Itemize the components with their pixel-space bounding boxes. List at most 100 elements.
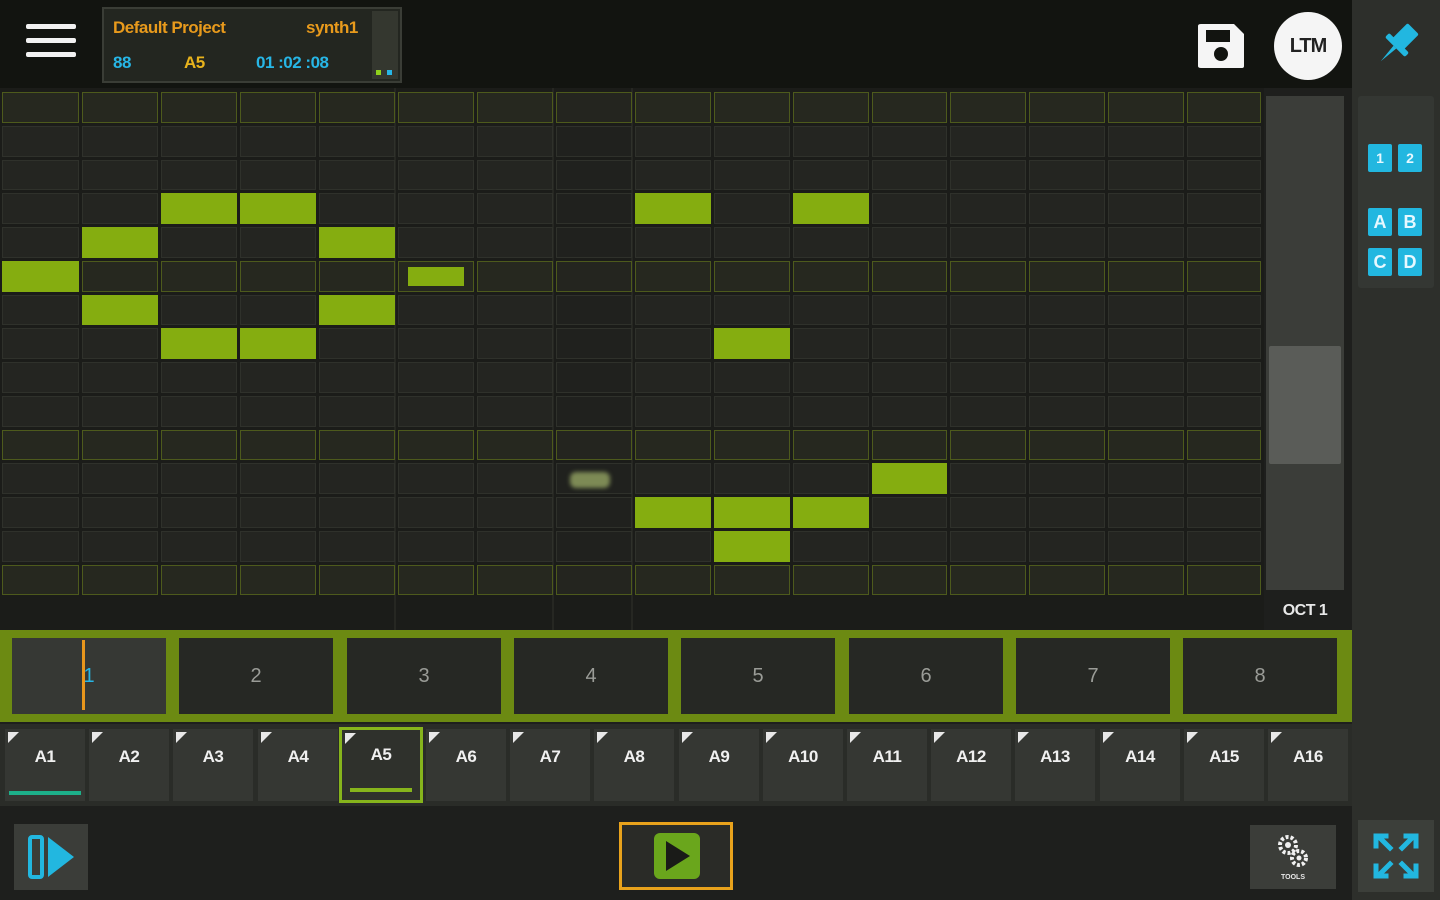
grid-cell[interactable] [950,429,1026,461]
grid-cell[interactable] [556,92,632,123]
grid-cell[interactable] [2,395,79,427]
pattern-button-a3[interactable]: A3 [173,729,253,801]
grid-cell[interactable] [82,362,158,393]
grid-cell[interactable] [319,497,395,528]
grid-cell[interactable] [635,260,711,292]
grid-cell[interactable] [319,362,395,393]
grid-cell[interactable] [556,125,632,157]
grid-cell[interactable] [477,260,553,292]
grid-cell[interactable] [477,530,553,562]
bar-button-8[interactable]: 8 [1183,638,1337,714]
grid-cell[interactable] [161,395,237,427]
note-block[interactable] [240,193,316,224]
tools-button[interactable]: TOOLS [1250,825,1336,889]
grid-cell[interactable] [1029,125,1105,157]
grid-cell[interactable] [1108,463,1184,494]
grid-cell[interactable] [1029,530,1105,562]
note-block[interactable] [793,497,869,528]
menu-icon[interactable] [26,24,76,68]
note-block[interactable] [82,227,158,258]
grid-cell[interactable] [2,328,79,359]
pattern-button-a1[interactable]: A1 [5,729,85,801]
grid-cell[interactable] [161,227,237,258]
grid-cell[interactable] [872,429,947,461]
grid-cell[interactable] [398,227,474,258]
grid-cell[interactable] [793,294,869,326]
grid-cell[interactable] [2,294,79,326]
note-block[interactable] [714,530,790,562]
step-record-icon[interactable] [14,824,88,890]
grid-cell[interactable] [477,463,553,494]
octave-scroll-thumb[interactable] [1269,346,1341,464]
grid-cell[interactable] [635,564,711,596]
bank-button-d[interactable]: D [1398,248,1422,276]
user-avatar[interactable]: LTM [1274,12,1342,80]
grid-cell[interactable] [161,92,237,123]
grid-cell[interactable] [240,429,316,461]
grid-cell[interactable] [82,125,158,157]
grid-cell[interactable] [1187,193,1261,224]
note-block[interactable] [635,497,711,528]
note-block[interactable] [793,193,869,224]
grid-cell[interactable] [398,92,474,123]
grid-cell[interactable] [319,193,395,224]
grid-cell[interactable] [635,395,711,427]
grid-cell[interactable] [477,227,553,258]
grid-cell[interactable] [793,362,869,393]
page-button-1[interactable]: 1 [1368,144,1392,172]
grid-cell[interactable] [82,328,158,359]
grid-cell[interactable] [1108,429,1184,461]
grid-cell[interactable] [635,362,711,393]
grid-cell[interactable] [2,463,79,494]
grid-cell[interactable] [398,497,474,528]
bar-button-5[interactable]: 5 [681,638,835,714]
grid-cell[interactable] [398,125,474,157]
grid-cell[interactable] [950,395,1026,427]
grid-cell[interactable] [1108,497,1184,528]
transport-status-panel[interactable]: Default Project synth1 88 A5 01 :02 :08 [102,7,402,83]
grid-cell[interactable] [161,463,237,494]
grid-cell[interactable] [477,362,553,393]
grid-cell[interactable] [398,159,474,191]
grid-cell[interactable] [1187,497,1261,528]
grid-cell[interactable] [161,159,237,191]
grid-cell[interactable] [398,530,474,562]
grid-cell[interactable] [714,362,790,393]
bar-button-4[interactable]: 4 [514,638,668,714]
grid-cell[interactable] [872,395,947,427]
pattern-button-a2[interactable]: A2 [89,729,169,801]
grid-cell[interactable] [240,564,316,596]
grid-cell[interactable] [161,362,237,393]
grid-cell[interactable] [950,159,1026,191]
grid-cell[interactable] [161,260,237,292]
grid-cell[interactable] [161,530,237,562]
grid-cell[interactable] [2,497,79,528]
grid-cell[interactable] [82,260,158,292]
page-button-2[interactable]: 2 [1398,144,1422,172]
grid-cell[interactable] [161,564,237,596]
grid-cell[interactable] [1108,193,1184,224]
grid-cell[interactable] [872,294,947,326]
grid-cell[interactable] [240,92,316,123]
grid-cell[interactable] [1187,328,1261,359]
grid-cell[interactable] [2,564,79,596]
grid-cell[interactable] [556,227,632,258]
pattern-button-a8[interactable]: A8 [594,729,674,801]
grid-cell[interactable] [872,125,947,157]
grid-cell[interactable] [556,530,632,562]
grid-cell[interactable] [2,125,79,157]
note-block[interactable] [319,227,395,258]
grid-cell[interactable] [319,159,395,191]
play-button[interactable] [619,822,733,890]
grid-cell[interactable] [872,227,947,258]
grid-cell[interactable] [872,564,947,596]
grid-cell[interactable] [1029,227,1105,258]
grid-cell[interactable] [398,362,474,393]
bank-button-c[interactable]: C [1368,248,1392,276]
grid-cell[interactable] [2,227,79,258]
grid-cell[interactable] [1108,294,1184,326]
grid-cell[interactable] [1187,92,1261,123]
grid-cell[interactable] [714,564,790,596]
bank-button-b[interactable]: B [1398,208,1422,236]
grid-cell[interactable] [82,429,158,461]
